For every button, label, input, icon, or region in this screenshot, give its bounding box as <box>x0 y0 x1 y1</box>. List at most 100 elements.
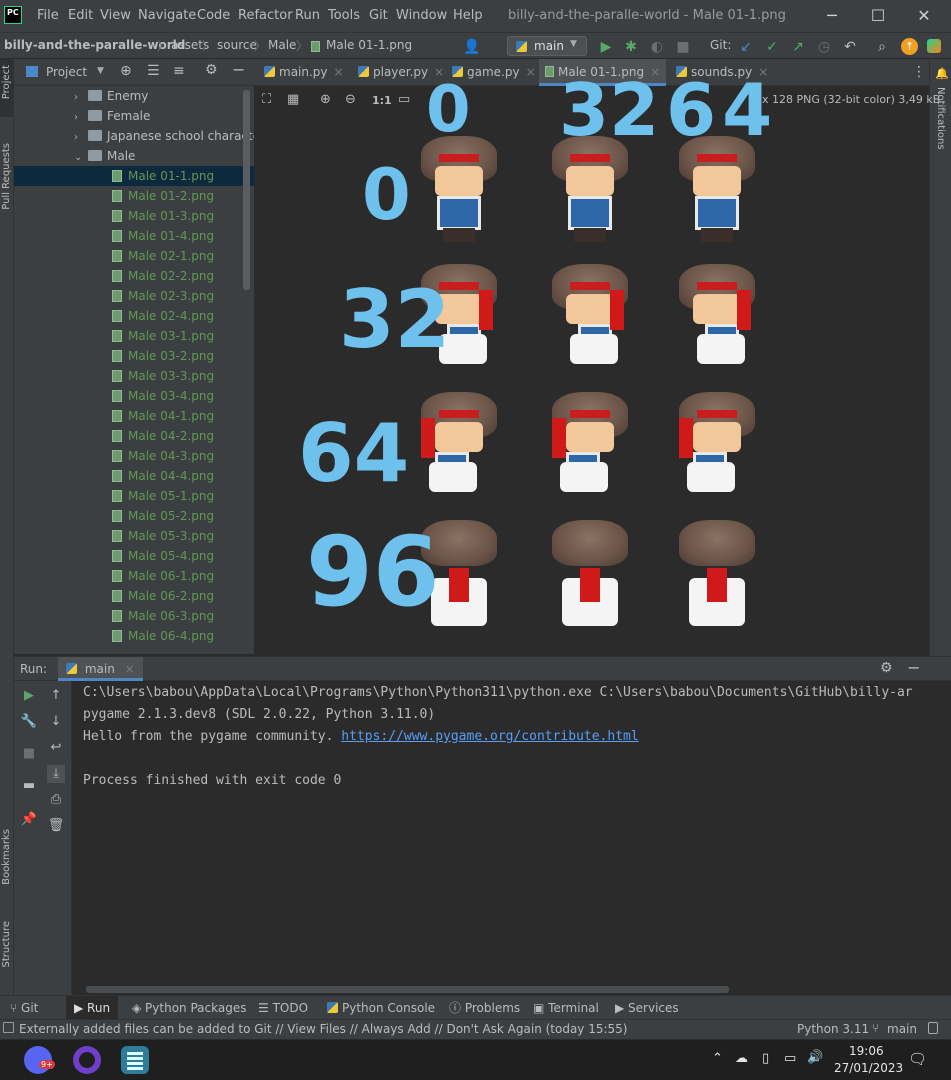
python-packages-tool-tab[interactable]: ◈ Python Packages <box>132 996 246 1020</box>
tree-file-item[interactable]: Male 06-4.png <box>14 626 254 646</box>
chevron-right-icon[interactable]: › <box>74 108 88 128</box>
chevron-down-icon[interactable]: ▼ <box>97 66 104 76</box>
breadcrumb-source[interactable]: source <box>217 38 257 52</box>
run-tool-tab[interactable]: ▶ Run <box>66 996 119 1020</box>
git-update-icon[interactable]: ↙ <box>737 38 755 56</box>
terminal-tool-tab[interactable]: ▣ Terminal <box>533 996 599 1020</box>
problems-tool-tab[interactable]: ⓘ Problems <box>449 996 520 1020</box>
coverage-icon[interactable]: ◐ <box>648 38 666 56</box>
git-history-icon[interactable]: ◷ <box>815 38 833 56</box>
menu-git[interactable]: Git <box>369 8 388 23</box>
tree-folder-japanese-school-characters[interactable]: › Japanese school characters <box>14 126 254 146</box>
chevron-right-icon[interactable]: › <box>74 88 88 108</box>
debug-icon[interactable]: ✱ <box>622 38 640 56</box>
project-tool-tab[interactable]: Project <box>0 59 13 117</box>
structure-tool-tab[interactable]: Structure <box>1 921 12 968</box>
todo-tool-tab[interactable]: ☰ TODO <box>258 996 308 1020</box>
hide-panel-icon[interactable]: − <box>232 60 245 79</box>
fit-window-icon[interactable]: ▭ <box>398 92 410 107</box>
tree-folder-enemy[interactable]: › Enemy <box>14 86 254 106</box>
menu-window[interactable]: Window <box>396 8 447 23</box>
stop-icon[interactable]: ■ <box>674 38 692 56</box>
close-icon[interactable]: × <box>526 65 536 79</box>
menu-refactor[interactable]: Refactor <box>238 8 293 23</box>
clock-date[interactable]: 27/01/2023 <box>834 1061 903 1075</box>
menu-navigate[interactable]: Navigate <box>138 8 196 23</box>
menu-edit[interactable]: Edit <box>68 8 93 23</box>
tree-file-item[interactable]: Male 04-4.png <box>14 466 254 486</box>
breadcrumb-file[interactable]: Male 01-1.png <box>326 38 412 52</box>
project-panel-title[interactable]: Project <box>46 65 87 79</box>
console-output[interactable]: C:\Users\babou\AppData\Local\Programs\Py… <box>72 681 951 995</box>
tree-file-item[interactable]: Male 05-2.png <box>14 506 254 526</box>
tree-file-item[interactable]: Male 06-2.png <box>14 586 254 606</box>
bookmarks-tool-tab[interactable]: Bookmarks <box>1 829 12 885</box>
github-desktop-icon[interactable] <box>73 1046 101 1074</box>
tree-file-item[interactable]: Male 01-2.png <box>14 186 254 206</box>
grid-icon[interactable]: ▦ <box>287 92 299 107</box>
menu-view[interactable]: View <box>100 8 131 23</box>
tree-file-item[interactable]: Male 06-3.png <box>14 606 254 626</box>
tree-file-item[interactable]: Male 01-4.png <box>14 226 254 246</box>
cloud-icon[interactable]: ☁ <box>735 1051 748 1066</box>
expand-all-icon[interactable]: ☰ <box>147 63 160 79</box>
user-icon[interactable]: 👤 <box>463 38 481 56</box>
collapse-all-icon[interactable]: ≡ <box>173 63 185 79</box>
console-horizontal-scrollbar[interactable] <box>86 986 729 993</box>
pull-requests-tool-tab[interactable]: Pull Requests <box>1 143 12 210</box>
minimize-button[interactable]: ─ <box>812 4 852 28</box>
calculator-icon[interactable] <box>121 1046 149 1074</box>
run-icon[interactable]: ▶ <box>597 38 615 56</box>
discord-icon[interactable]: 9+ <box>24 1046 55 1074</box>
editor-tab[interactable]: main.py × <box>258 59 350 86</box>
tree-file-item[interactable]: Male 02-2.png <box>14 266 254 286</box>
tree-file-item[interactable]: Male 04-3.png <box>14 446 254 466</box>
close-button[interactable]: ✕ <box>904 4 944 28</box>
bell-icon[interactable]: 🔔 <box>935 67 949 80</box>
hide-panel-icon[interactable]: − <box>907 658 920 677</box>
up-icon[interactable]: ↑ <box>47 687 65 705</box>
git-rollback-icon[interactable]: ↶ <box>841 38 859 56</box>
tree-file-item[interactable]: Male 03-3.png <box>14 366 254 386</box>
soft-wrap-icon[interactable]: ↩ <box>47 739 65 757</box>
status-icon[interactable] <box>3 1022 14 1033</box>
tree-file-item[interactable]: Male 02-1.png <box>14 246 254 266</box>
tree-file-item[interactable]: Male 04-1.png <box>14 406 254 426</box>
actual-size-button[interactable]: 1:1 <box>372 94 392 107</box>
menu-tools[interactable]: Tools <box>328 8 360 23</box>
pygame-link[interactable]: https://www.pygame.org/contribute.html <box>341 729 638 744</box>
git-push-icon[interactable]: ↗ <box>789 38 807 56</box>
tree-file-item[interactable]: Male 01-1.png <box>14 166 254 186</box>
breadcrumb-male[interactable]: Male <box>268 38 296 52</box>
git-commit-icon[interactable]: ✓ <box>763 38 781 56</box>
close-icon[interactable]: × <box>334 65 344 79</box>
tree-file-item[interactable]: Male 06-1.png <box>14 566 254 586</box>
stop-icon[interactable]: ■ <box>20 745 38 763</box>
wrench-icon[interactable]: 🔧 <box>20 713 38 731</box>
tree-file-item[interactable]: Male 03-1.png <box>14 326 254 346</box>
tree-file-item[interactable]: Male 03-4.png <box>14 386 254 406</box>
jetbrains-icon[interactable] <box>927 39 941 53</box>
chevron-down-icon[interactable]: ⌄ <box>74 148 88 168</box>
tree-file-item[interactable]: Male 05-1.png <box>14 486 254 506</box>
tabs-more-icon[interactable]: ⋮ <box>912 64 926 80</box>
notifications-icon[interactable]: 🗨 <box>908 1050 927 1068</box>
status-message[interactable]: Externally added files can be added to G… <box>19 1022 628 1036</box>
fit-zoom-icon[interactable]: ⛶ <box>262 92 271 107</box>
tree-file-item[interactable]: Male 05-4.png <box>14 546 254 566</box>
run-config-dropdown[interactable]: main ▼ <box>507 36 587 56</box>
menu-help[interactable]: Help <box>453 8 483 23</box>
rerun-icon[interactable]: ▶ <box>20 687 38 705</box>
branch-widget[interactable]: main <box>887 1022 917 1036</box>
pin-icon[interactable]: 📌 <box>20 811 38 829</box>
chevron-up-icon[interactable]: ⌃ <box>712 1051 723 1066</box>
device-icon[interactable]: ▯ <box>762 1051 769 1066</box>
scroll-to-end-icon[interactable]: ⤓ <box>47 765 65 783</box>
gear-icon[interactable]: ⚙ <box>880 660 893 676</box>
search-icon[interactable]: ⌕ <box>873 38 891 56</box>
layout-icon[interactable]: ▬ <box>20 777 38 795</box>
zoom-out-icon[interactable]: ⊖ <box>345 92 356 107</box>
python-console-tool-tab[interactable]: Python Console <box>327 996 435 1020</box>
tree-file-item[interactable]: Male 02-4.png <box>14 306 254 326</box>
clock-time[interactable]: 19:06 <box>849 1044 884 1058</box>
